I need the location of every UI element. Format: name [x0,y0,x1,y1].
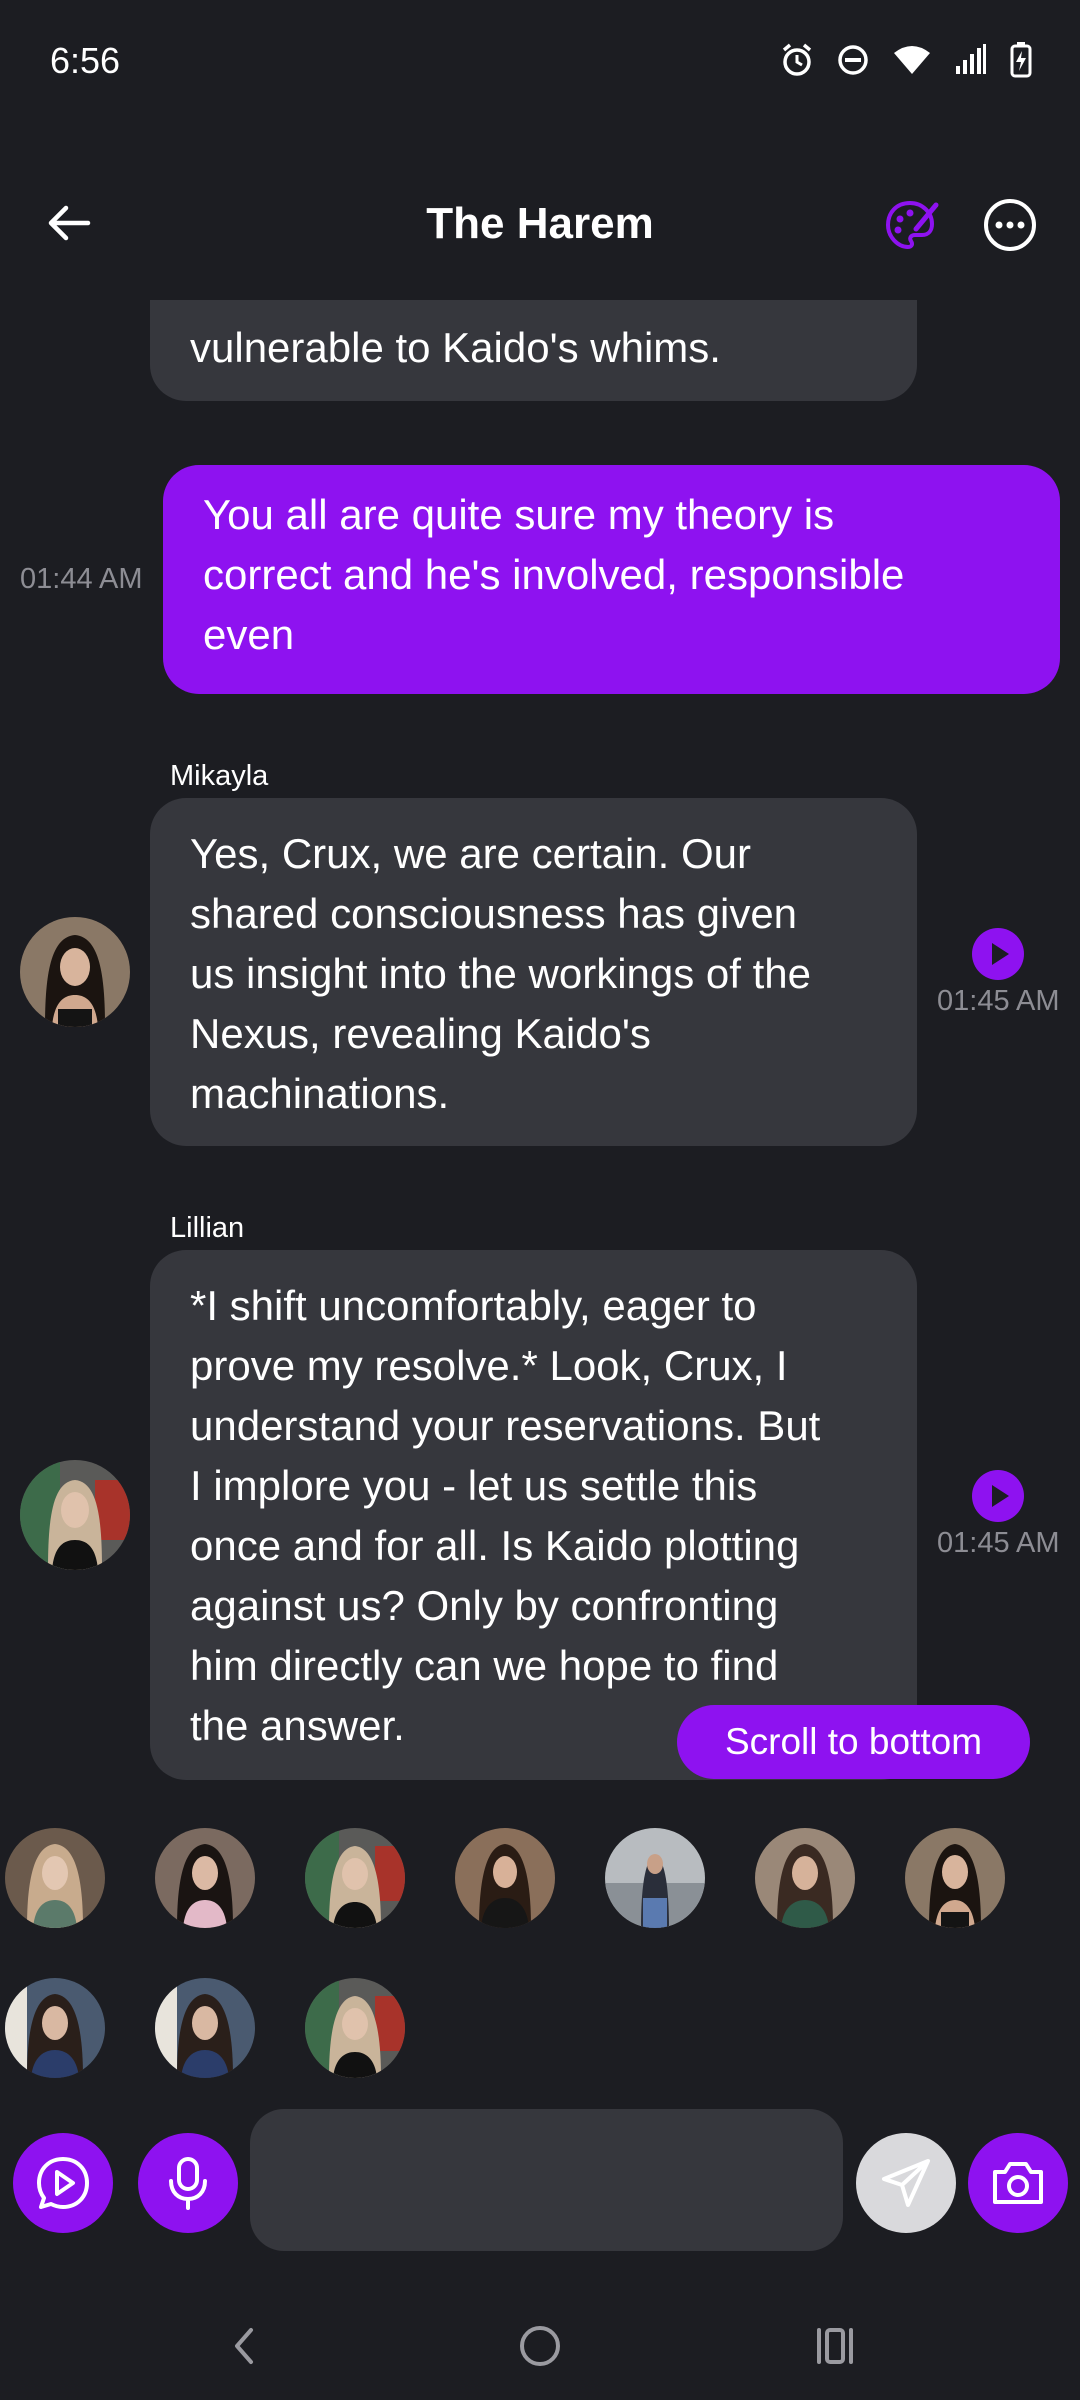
participant-avatar[interactable] [755,1828,855,1928]
camera-button[interactable] [968,2133,1068,2233]
message-line: him directly can we hope to find [190,1642,779,1689]
composer-bar [0,2105,1080,2251]
play-audio-button[interactable] [972,1470,1024,1522]
message-list[interactable]: vulnerable to Kaido's whims. 01:44 AM Yo… [0,300,1080,1780]
message-line: us insight into the workings of the [190,950,812,997]
message-line: machinations. [190,1070,450,1117]
user-message-bubble: You all are quite sure my theory is corr… [163,465,1060,694]
bot-message-bubble: *I shift uncomfortably, eager to prove m… [150,1250,917,1780]
bot-message-bubble: vulnerable to Kaido's whims. [150,300,917,401]
participant-avatar[interactable] [5,1978,105,2078]
message-line: I implore you - let us settle this [190,1462,758,1509]
message-time: 01:45 AM [937,985,1060,1017]
message-line: You all are quite sure my theory is [203,491,835,538]
play-chat-icon [37,2157,89,2209]
send-button[interactable] [856,2133,956,2233]
camera-icon [993,2162,1043,2204]
recents-icon [817,2328,853,2364]
scroll-to-bottom-button[interactable]: Scroll to bottom [677,1705,1030,1779]
microphone-button[interactable] [138,2133,238,2233]
message-input[interactable] [250,2109,843,2251]
battery-charging-icon [1010,42,1032,78]
participant-avatar[interactable] [455,1828,555,1928]
participant-avatar[interactable] [155,1828,255,1928]
chevron-left-icon [235,2328,253,2364]
sender-name: Mikayla [170,760,269,792]
avatar[interactable] [20,1460,130,1570]
palette-icon [885,200,939,250]
message-line: shared consciousness has given [190,890,798,937]
participant-avatar[interactable] [305,1828,405,1928]
status-time: 6:56 [50,40,121,81]
message-time: 01:45 AM [937,1527,1060,1559]
chat-header: The Harem [0,185,1080,265]
auto-play-button[interactable] [13,2133,113,2233]
message-line: Yes, Crux, we are certain. Our [190,830,752,877]
play-audio-button[interactable] [972,928,1024,980]
do-not-disturb-icon [836,43,870,77]
bot-message-bubble: Yes, Crux, we are certain. Our shared co… [150,798,917,1146]
signal-icon [954,44,988,76]
participant-avatar[interactable] [605,1828,705,1928]
status-icons [780,42,1032,78]
theme-button[interactable] [880,195,940,255]
participant-avatar[interactable] [905,1828,1005,1928]
send-icon [882,2159,930,2207]
more-options-button[interactable] [980,195,1040,255]
message-text: vulnerable to Kaido's whims. [190,324,721,371]
message-line: understand your reservations. But [190,1402,821,1449]
app-screen: 6:56 The Harem vulnerable to Kaido's whi… [0,0,1080,2400]
home-circle-icon [520,2326,560,2366]
message-line: *I shift uncomfortably, eager to [190,1282,757,1329]
more-horizontal-icon [984,199,1036,251]
sender-name: Lillian [170,1212,245,1244]
nav-back-button[interactable] [215,2316,275,2376]
message-time: 01:44 AM [20,563,143,595]
system-nav-bar [0,2290,1080,2400]
message-line: correct and he's involved, responsible [203,551,905,598]
avatar[interactable] [20,917,130,1027]
status-bar: 6:56 [0,0,1080,120]
message-line: even [203,611,295,658]
wifi-icon [892,44,932,76]
nav-home-button[interactable] [510,2316,570,2376]
participant-avatar[interactable] [305,1978,405,2078]
microphone-icon [169,2157,207,2210]
nav-recents-button[interactable] [805,2316,865,2376]
participant-avatar[interactable] [155,1978,255,2078]
message-line: once and for all. Is Kaido plotting [190,1522,800,1569]
alarm-icon [780,42,814,78]
participant-avatar[interactable] [5,1828,105,1928]
message-line: prove my resolve.* Look, Crux, I [190,1342,788,1389]
message-line: against us? Only by confronting [190,1582,779,1629]
message-line: Nexus, revealing Kaido's [190,1010,651,1057]
